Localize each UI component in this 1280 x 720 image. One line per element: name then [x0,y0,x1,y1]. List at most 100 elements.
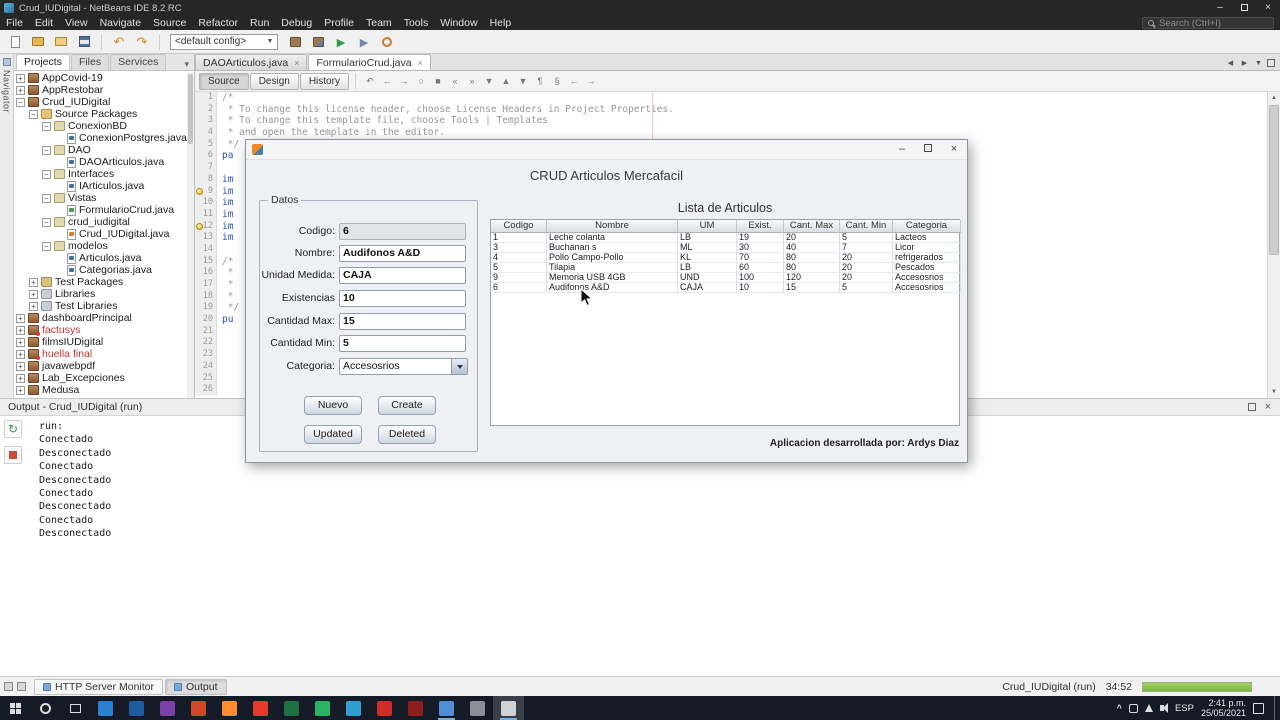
project-tree[interactable]: + AppCovid-19 + AppRestobar − Crud_IUDigital −… [14,72,187,396]
comment-icon[interactable]: ¶ [532,73,548,89]
column-header-um[interactable]: UM [678,220,737,233]
network-icon[interactable] [1144,704,1153,712]
tree-item-huella-final[interactable]: + huella final [14,348,187,360]
speaker-icon[interactable] [1159,703,1168,713]
tree-item-articulos-java[interactable]: Articulos.java [14,252,187,264]
collapse-handle-icon[interactable]: − [42,145,51,155]
editor-scrollbar[interactable]: ▲ ▼ [1267,92,1280,398]
column-header-cant-min[interactable]: Cant. Min [840,220,893,233]
ide-titlebar[interactable]: Crud_IUDigital - NetBeans IDE 8.2 RC – × [0,0,1280,16]
collapse-handle-icon[interactable]: − [42,169,51,179]
rerun-icon[interactable]: ↻ [4,420,22,438]
menu-refactor[interactable]: Refactor [192,17,244,29]
close-output-icon[interactable]: × [1265,401,1271,413]
notification-center-icon[interactable] [1253,702,1264,714]
tree-item-appcovid-19[interactable]: + AppCovid-19 [14,72,187,84]
expand-handle-icon[interactable]: + [16,73,25,83]
tree-item-dao[interactable]: − DAO [14,144,187,156]
taskbar-app-9[interactable] [369,696,400,720]
language-indicator[interactable]: ESP [1175,703,1194,714]
taskbar-app-6[interactable] [276,696,307,720]
menu-profile[interactable]: Profile [318,17,360,29]
collapse-handle-icon[interactable]: − [29,109,38,119]
forward-icon[interactable]: → [396,73,412,89]
stop-icon[interactable] [4,446,22,464]
scrollbar-thumb[interactable] [188,74,193,144]
column-header-exist[interactable]: Exist. [737,220,784,233]
new-project-button[interactable] [27,32,49,52]
taskbar-app-1[interactable] [121,696,152,720]
taskbar-app-11[interactable] [431,696,462,720]
scrollbar-thumb[interactable] [1269,105,1279,255]
next-bookmark-icon[interactable]: » [464,73,480,89]
collapse-handle-icon[interactable]: − [42,217,51,227]
scroll-down-icon[interactable]: ▼ [1268,386,1280,398]
field-input-cantidad-max[interactable]: 15 [339,313,466,330]
tree-item-factusys[interactable]: + factusys [14,324,187,336]
taskbar-app-8[interactable] [338,696,369,720]
field-input-existencias[interactable]: 10 [339,290,466,307]
tree-item-crud-iudigital[interactable]: − crud_iudigital [14,216,187,228]
window-layout-icon[interactable] [4,682,13,691]
tree-item-test-libraries[interactable]: + Test Libraries [14,300,187,312]
view-source-button[interactable]: Source [199,72,249,90]
tree-item-crud-iudigital[interactable]: − Crud_IUDigital [14,96,187,108]
tab-list-icon[interactable]: ▼ [1253,60,1264,67]
collapse-handle-icon[interactable]: − [42,121,51,131]
toggle-bookmark-icon[interactable]: ▼ [481,73,497,89]
editor-tab-formulariocrud-java[interactable]: FormularioCrud.java × [308,54,431,70]
start-button[interactable] [0,696,30,720]
table-body[interactable]: 1 Leche colanta LB 19 20 5 Lacteos 3 Buchanan sM… [491,233,961,293]
create-button[interactable]: Create [378,396,436,415]
menu-run[interactable]: Run [244,17,275,29]
last-edit-icon[interactable]: ↶ [362,73,378,89]
tree-item-conexionbd[interactable]: − ConexionBD [14,120,187,132]
tree-item-vistas[interactable]: − Vistas [14,192,187,204]
find-selection-icon[interactable]: ○ [413,73,429,89]
menu-debug[interactable]: Debug [275,17,318,29]
expand-handle-icon[interactable]: + [16,325,25,335]
tree-item-filmsiudigital[interactable]: + filmsIUDigital [14,336,187,348]
taskbar-app-12[interactable] [462,696,493,720]
expand-handle-icon[interactable]: + [29,277,38,287]
taskbar-app-0[interactable] [90,696,121,720]
deleted-button[interactable]: Deleted [378,425,436,444]
dialog-maximize-button[interactable] [915,140,941,159]
profile-button[interactable] [376,32,398,52]
close-button[interactable]: × [1256,0,1280,17]
table-row-4[interactable]: 9 Memoria USB 4GB UND 100 120 20 Accesosrios [491,273,961,283]
quick-search[interactable]: Search (Ctrl+I) [1142,17,1274,29]
statusbar-tab-http-server-monitor[interactable]: HTTP Server Monitor [34,678,163,695]
prev-bookmark-icon[interactable]: « [447,73,463,89]
nuevo-button[interactable]: Nuevo [304,396,362,415]
taskbar-app-7[interactable] [307,696,338,720]
categoria-combobox[interactable]: Accesosrios [339,358,468,375]
expand-handle-icon[interactable]: + [16,373,25,383]
table-row-2[interactable]: 4 Pollo Campo-Pollo KL 70 80 20 refrigerados [491,253,961,263]
field-input-nombre[interactable]: Audifonos A&D [339,245,466,262]
indent-right-icon[interactable]: → [583,73,599,89]
tree-item-apprestobar[interactable]: + AppRestobar [14,84,187,96]
tree-item-daoarticulos-java[interactable]: DAOArticulos.java [14,156,187,168]
column-header-cant-max[interactable]: Cant. Max [784,220,840,233]
navigator-rail[interactable]: Navigator [0,54,14,398]
tree-item-test-packages[interactable]: + Test Packages [14,276,187,288]
tree-item-modelos[interactable]: − modelos [14,240,187,252]
progress-bar[interactable] [1142,681,1252,692]
dialog-titlebar[interactable]: – × [246,140,967,160]
field-input-cantidad-min[interactable]: 5 [339,335,466,352]
back-icon[interactable]: ← [379,73,395,89]
taskbar-app-10[interactable] [400,696,431,720]
menu-view[interactable]: View [59,17,94,29]
maximize-output-icon[interactable] [1247,403,1256,411]
tree-item-conexionpostgres-java[interactable]: ConexionPostgres.java [14,132,187,144]
debug-button[interactable] [353,32,375,52]
scroll-tabs-right-icon[interactable]: ▶ [1239,59,1250,67]
updated-button[interactable]: Updated [304,425,362,444]
tree-item-iarticulos-java[interactable]: IArticulos.java [14,180,187,192]
tree-item-interfaces[interactable]: − Interfaces [14,168,187,180]
maximize-button[interactable] [1232,0,1256,17]
menu-file[interactable]: File [0,17,29,29]
menu-window[interactable]: Window [434,17,483,29]
combo-arrow-button[interactable] [451,359,467,374]
